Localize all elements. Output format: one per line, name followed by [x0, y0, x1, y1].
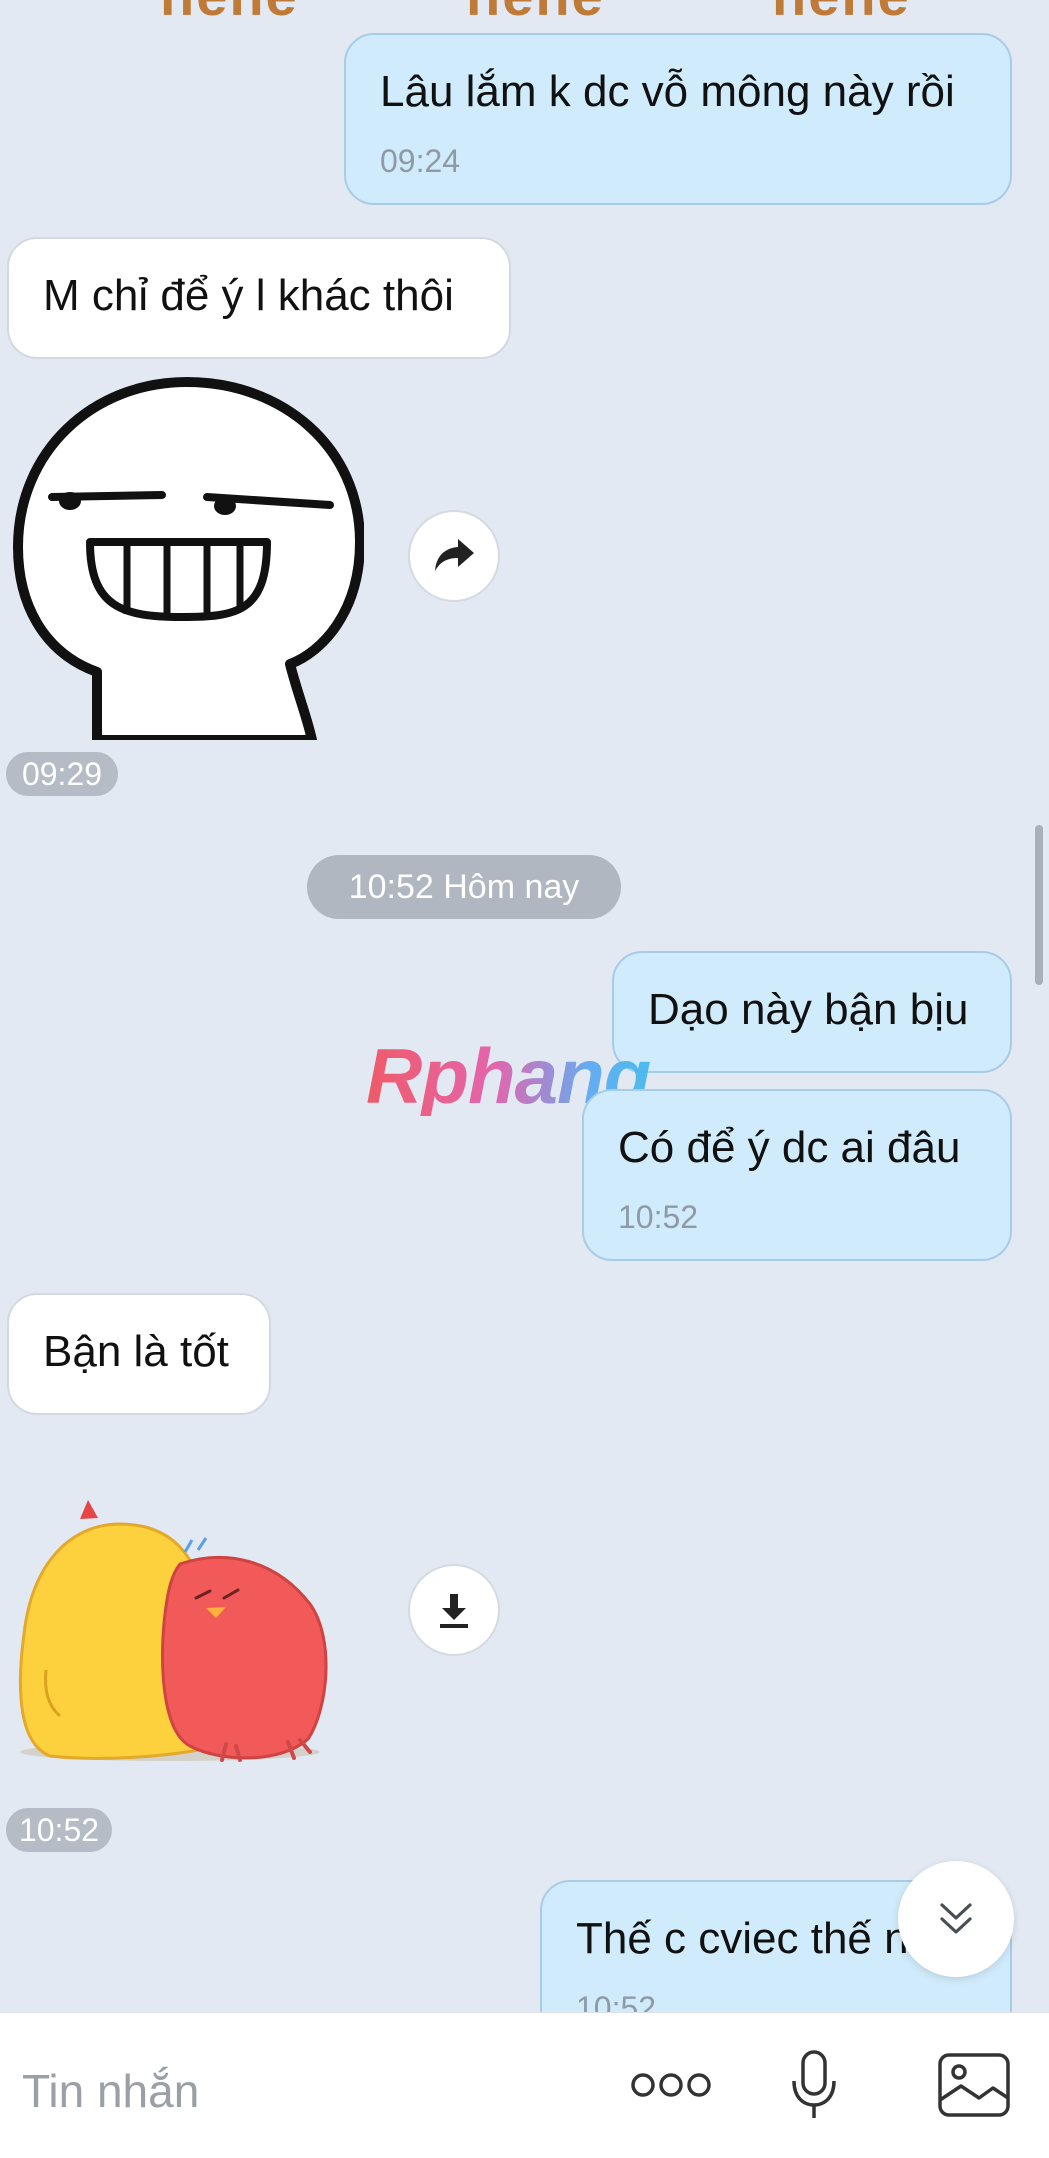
message-bubble-outgoing[interactable]: Có để ý dc ai đâu 10:52	[582, 1089, 1012, 1261]
hugging-chicks-sticker[interactable]	[10, 1494, 330, 1764]
message-time: 10:52	[576, 1990, 657, 2012]
message-text: Dạo này bận bịu	[648, 985, 969, 1034]
message-text: Có để ý dc ai đâu	[618, 1123, 961, 1172]
message-time: 10:52	[618, 1199, 699, 1235]
message-time: 09:24	[380, 143, 461, 179]
scroll-to-bottom-button[interactable]	[898, 1861, 1014, 1977]
message-bubble-incoming[interactable]: Bận là tốt	[7, 1293, 271, 1415]
scrollbar[interactable]	[1035, 825, 1043, 985]
time-pill: 09:29	[6, 752, 118, 796]
message-text: Thế c cviec thế n	[576, 1914, 909, 1963]
message-text: M chỉ để ý l khác thôi	[43, 271, 454, 320]
message-text: Lâu lắm k dc vỗ mông này rồi	[380, 67, 955, 116]
sticker-strip-top: hehe hehe hehe	[0, 0, 1049, 24]
microphone-button[interactable]	[776, 2043, 852, 2127]
double-chevron-down-icon	[940, 1903, 972, 1934]
time-pill: 10:52	[6, 1808, 112, 1852]
date-separator: 10:52 Hôm nay	[307, 855, 621, 919]
microphone-icon	[792, 2050, 836, 2118]
sticker-caption: hehe	[160, 0, 299, 24]
message-input-bar: Tin nhắn	[0, 2012, 1049, 2158]
share-button[interactable]	[408, 510, 500, 602]
message-input[interactable]: Tin nhắn	[22, 2063, 199, 2119]
message-text: Bận là tốt	[43, 1327, 229, 1376]
more-dots-icon	[631, 2073, 711, 2097]
sticker-caption: hehe	[466, 0, 605, 24]
message-bubble-outgoing[interactable]: Lâu lắm k dc vỗ mông này rồi 09:24	[344, 33, 1012, 205]
image-button[interactable]	[934, 2043, 1014, 2127]
download-button[interactable]	[408, 1564, 500, 1656]
image-icon	[938, 2053, 1010, 2117]
grin-face-sticker[interactable]	[12, 372, 364, 740]
download-icon	[440, 1594, 468, 1628]
sticker-caption: hehe	[772, 0, 911, 24]
chat-area[interactable]: hehe hehe hehe Lâu lắm k dc vỗ mông này …	[0, 0, 1049, 2012]
message-bubble-incoming[interactable]: M chỉ để ý l khác thôi	[7, 237, 511, 359]
share-icon	[435, 539, 474, 571]
more-button[interactable]	[626, 2043, 716, 2127]
